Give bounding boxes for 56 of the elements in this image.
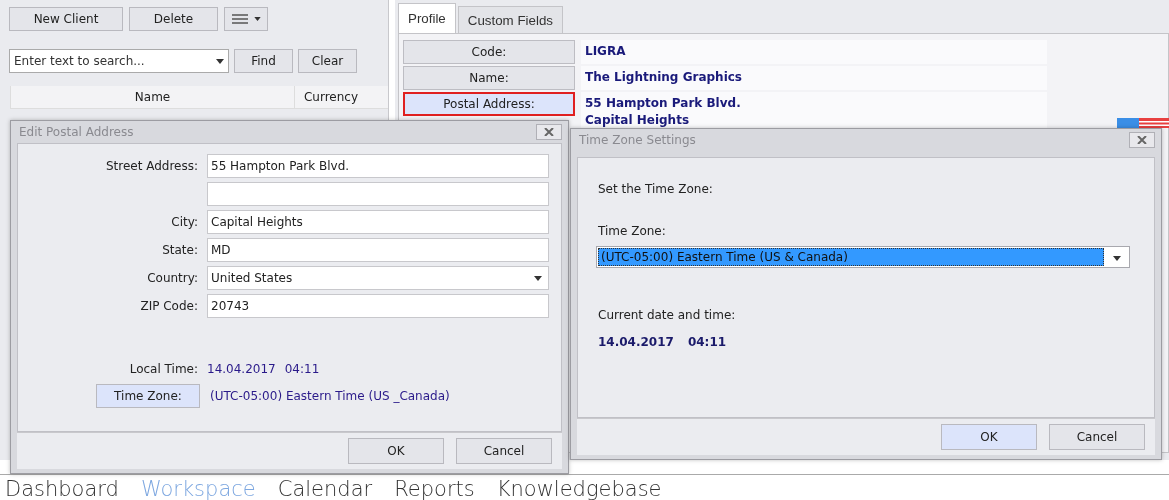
toolbar-button[interactable]: New Client	[9, 7, 123, 31]
field-value: LIGRA	[581, 40, 1047, 64]
field-label: Local Time:	[128, 362, 198, 376]
time-value: 04:11	[284, 362, 320, 376]
time-zone-value: (UTC-05:00) Eastern Time (US _Canada)	[210, 389, 450, 403]
dialog-title: Edit Postal Address	[19, 125, 134, 139]
date-value: 14.04.2017	[207, 362, 276, 376]
caret-icon	[253, 17, 261, 21]
caret-icon	[1113, 256, 1121, 261]
search-field[interactable]: Enter text to search...	[9, 49, 229, 73]
menu-button[interactable]	[224, 7, 268, 31]
toolbar-button[interactable]: Delete	[129, 7, 218, 31]
prompt-text: Set the Time Zone:	[598, 182, 714, 196]
nav-tab[interactable]: Calendar	[277, 477, 373, 500]
close-icon	[544, 128, 554, 136]
column-header[interactable]: Name	[10, 86, 294, 108]
input-field[interactable]: Capital Heights	[207, 210, 549, 234]
field-label-button[interactable]: Code:	[403, 40, 575, 64]
time-value: 04:11	[687, 335, 727, 349]
input-field[interactable]: MD	[207, 238, 549, 262]
field-label: ZIP Code:	[139, 299, 198, 313]
tab[interactable]: Custom Fields	[457, 6, 563, 33]
field-label-button[interactable]: Postal Address:	[403, 92, 575, 116]
input-field[interactable]	[207, 182, 549, 206]
field-value: The Lightning Graphics	[581, 66, 1047, 90]
close-button[interactable]	[536, 124, 562, 140]
field-label: City:	[170, 215, 198, 229]
nav-tab[interactable]: Knowledgebase	[496, 477, 662, 500]
column-header[interactable]: Currency	[294, 86, 367, 108]
dialog-title: Time Zone Settings	[579, 133, 696, 147]
tab[interactable]: Profile	[398, 3, 456, 33]
dialog-button[interactable]: Cancel	[456, 438, 552, 464]
time-zone-dropdown[interactable]: (UTC-05:00) Eastern Time (US & Canada)	[596, 246, 1130, 268]
nav-tab[interactable]: Dashboard	[5, 477, 119, 500]
input-field[interactable]: 55 Hampton Park Blvd.	[207, 154, 549, 178]
search-button[interactable]: Find	[234, 49, 293, 73]
dialog-button[interactable]: Cancel	[1049, 424, 1145, 450]
caret-icon	[534, 275, 542, 281]
field-label: Country:	[146, 271, 198, 285]
date-value: 14.04.2017	[598, 335, 674, 349]
nav-tab[interactable]: Reports	[394, 477, 475, 500]
field-label: State:	[161, 243, 198, 257]
dialog-button[interactable]: OK	[348, 438, 444, 464]
input-field[interactable]: 20743	[207, 294, 549, 318]
country-dropdown[interactable]: United States	[207, 266, 549, 290]
field-label: Street Address:	[104, 159, 198, 173]
close-icon	[1137, 136, 1147, 144]
field-label: Current date and time:	[598, 308, 737, 322]
caret-icon	[216, 58, 224, 64]
field-label: Time Zone:	[598, 224, 667, 238]
time-zone-button[interactable]: Time Zone:	[96, 384, 200, 408]
menu-icon	[231, 14, 248, 24]
dialog-button[interactable]: OK	[941, 424, 1037, 450]
field-label-button[interactable]: Name:	[403, 66, 575, 90]
search-button[interactable]: Clear	[298, 49, 357, 73]
close-button[interactable]	[1129, 132, 1155, 148]
